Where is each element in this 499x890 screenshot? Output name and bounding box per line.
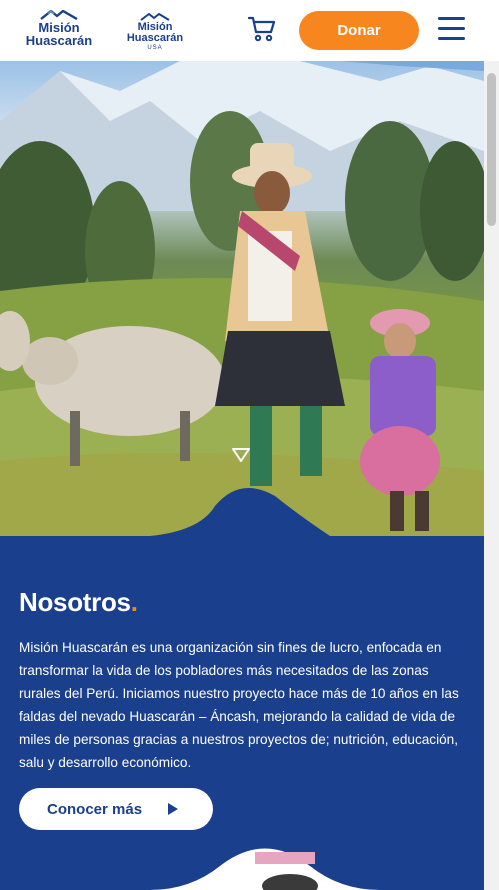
about-description: Misión Huascarán es una organización sin… — [19, 640, 459, 770]
about-title: Nosotros. — [19, 587, 138, 617]
cart-icon[interactable] — [248, 16, 276, 42]
learn-more-button[interactable]: Conocer más — [19, 788, 213, 830]
donate-button[interactable]: Donar — [299, 11, 419, 50]
logo-line-2: Huascarán — [126, 32, 184, 44]
next-section-image-peek — [150, 848, 380, 890]
mountain-logo-icon — [40, 10, 78, 20]
title-accent-dot: . — [130, 587, 138, 617]
about-section: Nosotros. Misión Huascarán es una organi… — [0, 536, 484, 890]
hamburger-menu-icon[interactable] — [438, 17, 465, 42]
play-icon — [168, 803, 178, 815]
logo-usa-tag: USA — [147, 45, 163, 51]
mision-huascaran-usa-logo[interactable]: Misión Huascarán USA — [120, 13, 190, 51]
scrollbar-thumb[interactable] — [487, 73, 496, 226]
logo-line-2: Huascarán — [25, 33, 93, 48]
mision-huascaran-logo[interactable]: Misión Huascarán — [16, 10, 102, 47]
chevron-down-outline-icon[interactable] — [227, 444, 255, 466]
learn-more-label: Conocer más — [47, 800, 143, 818]
mountain-logo-icon — [140, 13, 170, 21]
site-header: Misión Huascarán Misión Huascarán USA Do… — [0, 0, 499, 61]
